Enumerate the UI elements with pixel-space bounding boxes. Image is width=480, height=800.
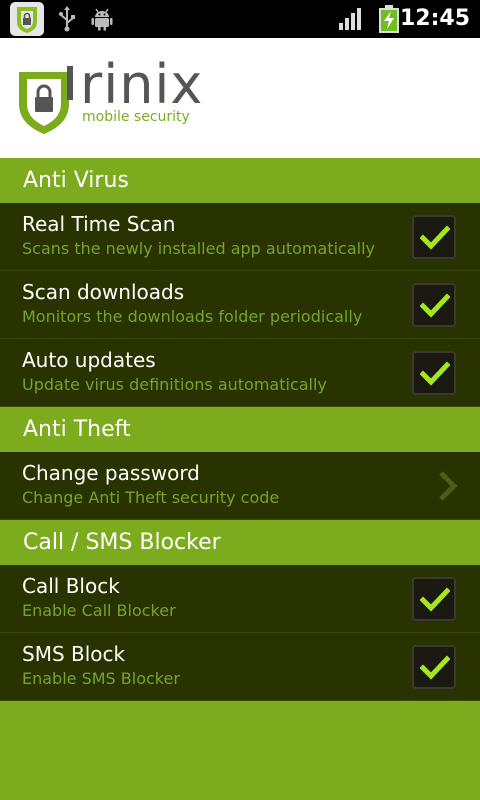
setting-title: Auto updates [22,348,156,372]
settings-list: Anti Virus Real Time Scan Scans the newl… [0,158,480,701]
setting-title: Scan downloads [22,280,185,304]
setting-summary: Enable Call Blocker [22,601,176,620]
call-block-checkbox[interactable] [412,577,456,621]
chevron-right-icon [439,471,458,501]
setting-auto-updates[interactable]: Auto updates Update virus definitions au… [0,339,480,407]
setting-real-time-scan[interactable]: Real Time Scan Scans the newly installed… [0,203,480,271]
battery-charging-icon [379,5,399,33]
category-anti-theft: Anti Theft [0,407,480,452]
android-debug-icon [91,8,113,31]
signal-icon [339,8,361,30]
real-time-scan-checkbox[interactable] [412,215,456,259]
checkmark-icon [420,225,450,250]
checkmark-icon [420,293,450,318]
shield-lock-icon [19,66,73,134]
setting-change-password[interactable]: Change password Change Anti Theft securi… [0,452,480,520]
setting-summary: Scans the newly installed app automatica… [22,239,375,258]
app-shield-icon [10,2,44,36]
checkmark-icon [420,587,450,612]
auto-updates-checkbox[interactable] [412,351,456,395]
app-header: rinix mobile security [0,38,480,158]
status-bar: 12:45 [0,0,480,38]
setting-title: Call Block [22,574,120,598]
setting-scan-downloads[interactable]: Scan downloads Monitors the downloads fo… [0,271,480,339]
setting-title: Change password [22,461,200,485]
category-anti-virus: Anti Virus [0,158,480,203]
status-time: 12:45 [399,6,470,31]
setting-title: SMS Block [22,642,126,666]
setting-sms-block[interactable]: SMS Block Enable SMS Blocker [0,633,480,701]
scan-downloads-checkbox[interactable] [412,283,456,327]
setting-summary: Monitors the downloads folder periodical… [22,307,363,326]
setting-summary: Update virus definitions automatically [22,375,327,394]
setting-title: Real Time Scan [22,212,176,236]
brand-name: rinix [80,53,204,116]
setting-call-block[interactable]: Call Block Enable Call Blocker [0,565,480,633]
checkmark-icon [420,361,450,386]
setting-summary: Change Anti Theft security code [22,488,280,507]
checkmark-icon [420,655,450,680]
setting-summary: Enable SMS Blocker [22,669,180,688]
usb-icon [59,6,75,32]
brand-tagline: mobile security [82,109,190,125]
sms-block-checkbox[interactable] [412,645,456,689]
category-call-sms-blocker: Call / SMS Blocker [0,520,480,565]
